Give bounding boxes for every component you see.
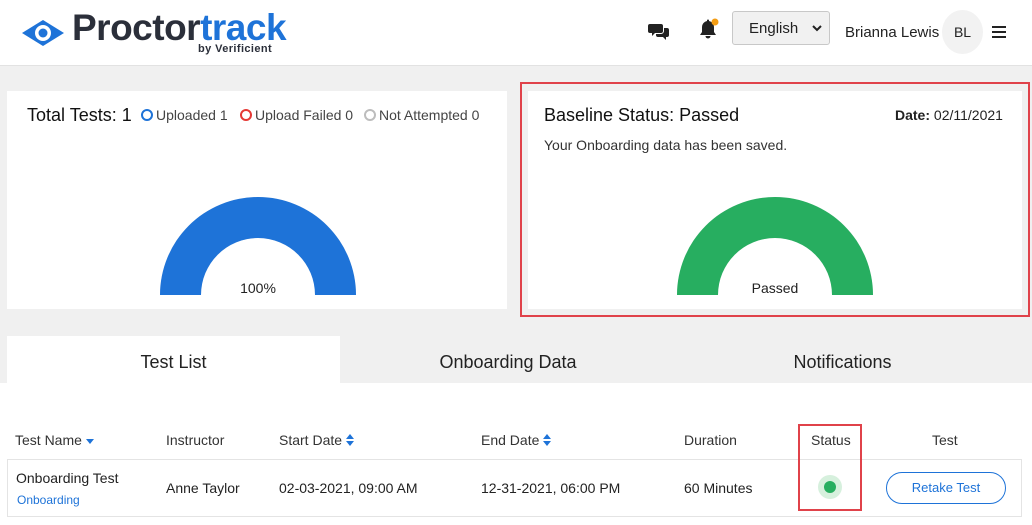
column-header-end-date[interactable]: End Date (481, 432, 552, 448)
notification-bell-icon[interactable] (696, 17, 720, 41)
retake-test-button[interactable]: Retake Test (886, 472, 1006, 504)
column-header-duration: Duration (684, 432, 737, 448)
cell-test-name: Onboarding Test (16, 470, 119, 486)
not-attempted-ring-icon (364, 109, 376, 121)
sort-icon (543, 434, 552, 446)
test-list-table: Test Name Instructor Start Date End Date… (0, 383, 1032, 525)
baseline-highlight-box (520, 82, 1030, 317)
legend-not-attempted: Not Attempted 0 (364, 107, 479, 123)
logo-word-2: track (200, 7, 287, 48)
column-header-end-date-label: End Date (481, 432, 540, 448)
status-indicator-dot-icon (818, 475, 842, 499)
sort-desc-icon (85, 439, 94, 444)
proctortrack-logo[interactable]: Proctortrack by Verificient (18, 8, 288, 60)
column-header-instructor: Instructor (166, 432, 225, 448)
logo-subtitle: by Verificient (198, 43, 273, 55)
legend-not-attempted-label: Not Attempted 0 (379, 107, 480, 123)
sort-icon (346, 434, 355, 446)
cell-instructor: Anne Taylor (166, 480, 240, 496)
user-name[interactable]: Brianna Lewis (845, 24, 939, 41)
cell-start-date: 02-03-2021, 09:00 AM (279, 480, 418, 496)
column-header-test: Test (932, 432, 958, 448)
language-selected-value: English (749, 20, 799, 37)
cell-end-date: 12-31-2021, 06:00 PM (481, 480, 621, 496)
eye-logo-icon (22, 20, 64, 46)
top-header: Proctortrack by Verificient English Bria… (0, 0, 1032, 66)
cell-test-type-link[interactable]: Onboarding (17, 493, 80, 507)
legend-uploaded: Uploaded 1 (141, 107, 228, 123)
tab-notifications[interactable]: Notifications (676, 336, 1009, 383)
test-summary-card: Total Tests: 1 Uploaded 1 Upload Failed … (7, 91, 507, 309)
user-avatar[interactable]: BL (942, 10, 983, 54)
language-select[interactable]: English (732, 11, 830, 45)
tab-test-list[interactable]: Test List (7, 336, 340, 383)
hamburger-menu-icon[interactable] (992, 26, 1006, 38)
cell-duration: 60 Minutes (684, 480, 753, 496)
legend-upload-failed: Upload Failed 0 (240, 107, 353, 123)
chat-icon[interactable] (648, 20, 670, 42)
chevron-down-icon (812, 25, 822, 32)
column-header-start-date[interactable]: Start Date (279, 432, 355, 448)
legend-upload-failed-label: Upload Failed 0 (255, 107, 354, 123)
logo-wordmark: Proctortrack (72, 7, 287, 48)
column-header-test-name[interactable]: Test Name (15, 432, 94, 448)
tab-onboarding-data[interactable]: Onboarding Data (340, 336, 676, 383)
upload-failed-ring-icon (240, 109, 252, 121)
uploaded-ring-icon (141, 109, 153, 121)
table-row: Onboarding Test Onboarding Anne Taylor 0… (7, 459, 1022, 517)
total-tests-label: Total Tests: 1 (27, 105, 132, 125)
legend-uploaded-label: Uploaded 1 (156, 107, 228, 123)
logo-word-1: Proctor (72, 7, 201, 48)
tab-bar: Test List Onboarding Data Notifications (7, 336, 1022, 383)
column-header-start-date-label: Start Date (279, 432, 343, 448)
gauge-percentage-label: 100% (240, 280, 276, 296)
column-header-test-name-label: Test Name (15, 432, 82, 448)
